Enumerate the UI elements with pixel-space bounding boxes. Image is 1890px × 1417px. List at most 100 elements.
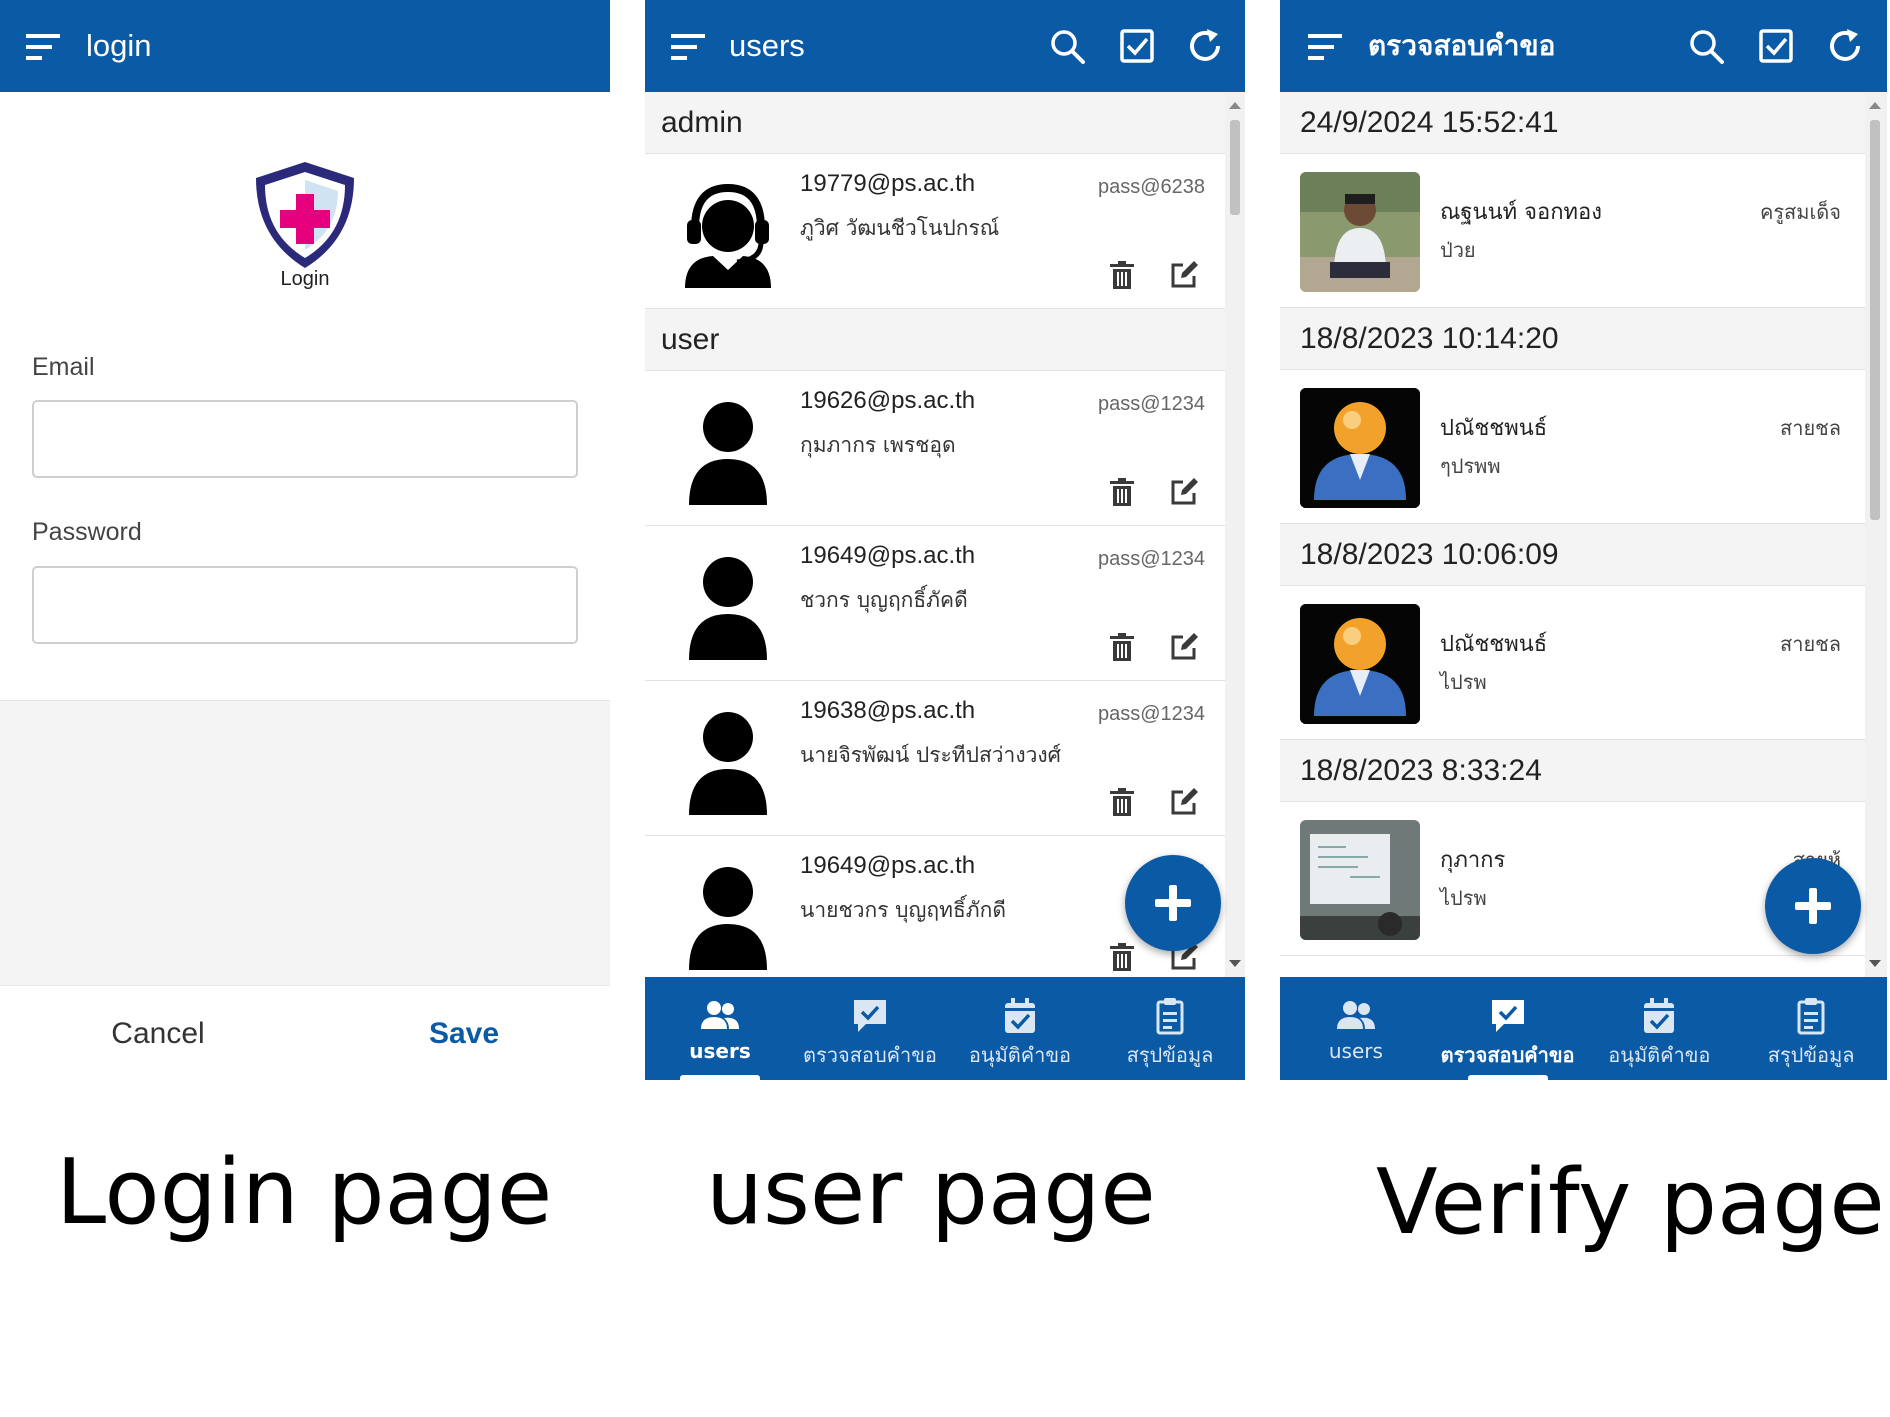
delete-icon[interactable] [1107,787,1137,817]
scroll-thumb[interactable] [1230,120,1240,215]
users-screen: users admin 19779@ps.ac.th ภูวิศ วัฒนชีว… [645,0,1245,1080]
password-field[interactable] [32,566,578,644]
delete-icon[interactable] [1107,477,1137,507]
edit-icon[interactable] [1169,787,1199,817]
teacher-name: ครูสมเด็จ [1759,200,1841,224]
user-row[interactable]: 19649@ps.ac.th ชวกร บุญฤกธิ์ภัคดี pass@1… [645,526,1225,681]
person-icon [689,557,767,660]
request-date: 18/8/2023 10:06:09 [1280,524,1865,586]
search-icon[interactable] [1047,26,1087,66]
tab-label: สรุปข้อมูล [1767,1043,1855,1067]
caption-login: Login page [56,1140,553,1245]
save-button[interactable]: Save [364,986,564,1080]
user-email: 19779@ps.ac.th [800,170,976,197]
edit-icon[interactable] [1169,260,1199,290]
empty-area [0,700,610,985]
add-user-button[interactable] [1125,855,1221,951]
cancel-button[interactable]: Cancel [58,986,258,1080]
scroll-up-icon[interactable] [1229,102,1241,109]
user-name: นายชวกร บุญฤทธิ์ภักดี [800,898,1006,922]
headset-person-icon [685,183,771,288]
refresh-icon[interactable] [1825,26,1865,66]
menu-icon[interactable] [671,34,705,60]
delete-icon[interactable] [1107,260,1137,290]
person-icon [689,712,767,815]
person-icon [689,402,767,505]
teacher-name: สายชล [1780,632,1841,656]
requester-name: กุภากร [1440,848,1506,873]
active-tab-indicator [1467,1075,1548,1080]
tab-label: users [689,1039,751,1063]
scrollbar[interactable] [1865,92,1887,977]
user-row[interactable]: 19779@ps.ac.th ภูวิศ วัฒนชีวโนปกรณ์ pass… [645,154,1225,309]
request-row[interactable]: ณฐนนท์ จอกทอง ป่วย ครูสมเด็จ [1280,154,1865,308]
user-name: นายจิรพัฒน์ ประทีปสว่างวงศ์ [800,743,1061,767]
admin-divider: admin [645,92,1225,154]
request-row[interactable]: ปณัชชพนธ์ ไปรพ สายชล [1280,586,1865,740]
page-title: ตรวจสอบคำขอ [1368,29,1556,62]
scroll-down-icon[interactable] [1869,960,1881,967]
user-divider: user [645,309,1225,371]
logo-text: Login [280,268,330,290]
scrollbar[interactable] [1225,92,1245,977]
request-date: 18/8/2023 10:14:20 [1280,308,1865,370]
delete-icon[interactable] [1107,942,1137,972]
form-footer: Cancel Save [0,985,610,1080]
teacher-name: สายชล [1780,416,1841,440]
tab-approve[interactable]: อนุมัติคำขอ [1584,977,1736,1080]
calendar-check-icon [1644,998,1675,1033]
people-icon [1336,1001,1375,1029]
delete-icon[interactable] [1107,632,1137,662]
user-row[interactable]: 19626@ps.ac.th กุมภากร เพรชอุด pass@1234 [645,371,1225,526]
edit-icon[interactable] [1169,632,1199,662]
tab-users[interactable]: users [1280,977,1432,1080]
request-row[interactable]: ปณัชชพนธ์ ๆปรพพ สายชล [1280,370,1865,524]
calendar-check-icon [1005,998,1035,1033]
user-name: กุมภากร เพรชอุด [800,433,956,457]
default-user-icon [1300,604,1420,724]
verify-screen: ตรวจสอบคำขอ 24/9/2024 15:52:41 ณฐนนท์ จอ… [1280,0,1887,1080]
scroll-thumb[interactable] [1870,120,1880,520]
page-title: login [86,28,152,63]
plus-icon [1155,885,1191,921]
tab-summary[interactable]: สรุปข้อมูล [1735,977,1887,1080]
request-date: 18/8/2023 8:33:24 [1280,740,1865,802]
tab-approve[interactable]: อนุมัติคำขอ [945,977,1095,1080]
tab-label: อนุมัติคำขอ [968,1043,1072,1067]
bottom-tab-bar: users ตรวจสอบคำขอ อนุมัติคำขอ สรุปข้อมูล [645,977,1245,1080]
scroll-down-icon[interactable] [1229,960,1241,967]
users-app-bar: users [645,0,1245,92]
page-title: users [729,28,805,63]
menu-icon[interactable] [26,34,60,60]
caption-verify: Verify page [1376,1150,1885,1255]
checkbox-icon[interactable] [1756,26,1796,66]
tab-label: ตรวจสอบคำขอ [1440,1043,1575,1067]
tab-summary[interactable]: สรุปข้อมูล [1095,977,1245,1080]
active-tab-indicator [680,1075,760,1080]
user-row[interactable]: 19638@ps.ac.th นายจิรพัฒน์ ประทีปสว่างวง… [645,681,1225,836]
scroll-up-icon[interactable] [1869,102,1881,109]
tab-label: ตรวจสอบคำขอ [803,1043,937,1067]
menu-icon[interactable] [1308,34,1342,60]
requester-name: ณฐนนท์ จอกทอง [1440,200,1603,225]
refresh-icon[interactable] [1185,26,1225,66]
request-date: 24/9/2024 15:52:41 [1280,92,1865,154]
clipboard-icon [1156,998,1184,1035]
password-label: Password [32,518,142,546]
user-password: pass@1234 [1097,393,1205,415]
clipboard-icon [1797,998,1825,1035]
person-icon [689,867,767,970]
tab-users[interactable]: users [645,977,795,1080]
tab-verify[interactable]: ตรวจสอบคำขอ [795,977,945,1080]
bottom-tab-bar: users ตรวจสอบคำขอ อนุมัติคำขอ สรุปข้อมูล [1280,977,1887,1080]
tab-label: users [1328,1039,1383,1063]
add-request-button[interactable] [1765,858,1861,954]
search-icon[interactable] [1686,26,1726,66]
edit-icon[interactable] [1169,477,1199,507]
default-user-icon [1300,388,1420,508]
email-field[interactable] [32,400,578,478]
chat-check-icon [1491,1000,1524,1032]
checkbox-icon[interactable] [1117,26,1157,66]
requester-name: ปณัชชพนธ์ [1440,416,1548,441]
tab-verify[interactable]: ตรวจสอบคำขอ [1432,977,1584,1080]
